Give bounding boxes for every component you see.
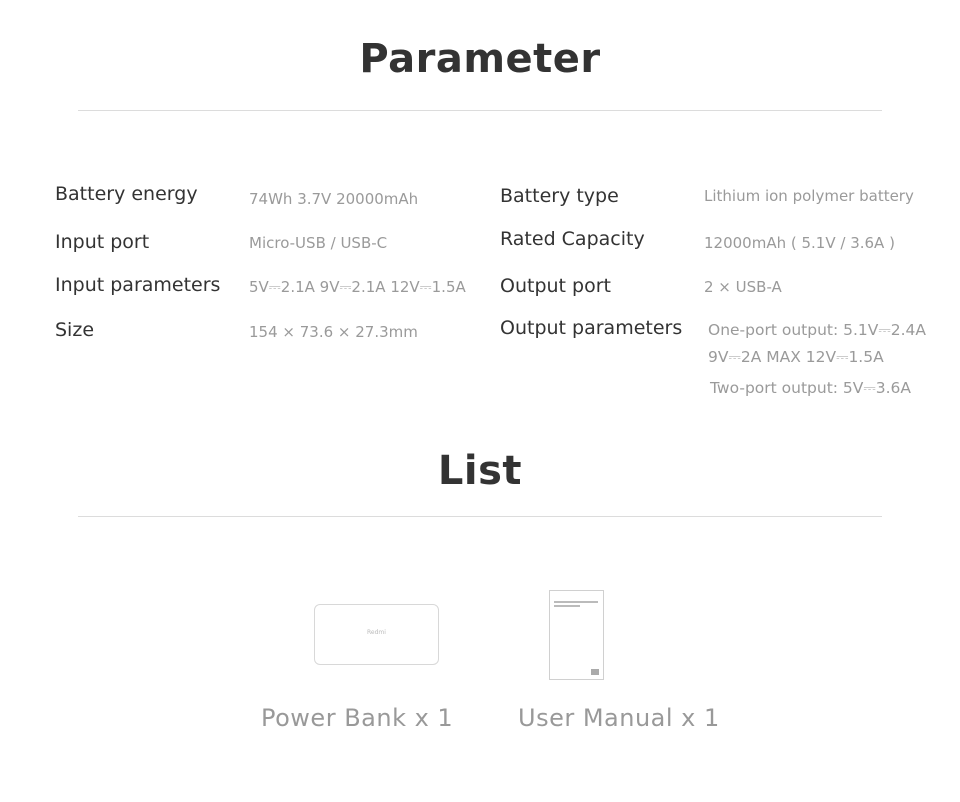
parameter-heading: Parameter <box>359 36 601 82</box>
power-bank-image: Redmi <box>314 604 439 665</box>
list-item-power-bank: Power Bank x 1 <box>261 704 454 732</box>
power-bank-logo: Redmi <box>367 629 386 636</box>
spec-label-output-parameters: Output parameters <box>500 317 683 339</box>
spec-value-rated-capacity: 12000mAh ( 5.1V / 3.6A ) <box>704 234 895 252</box>
spec-value-size: 154 × 73.6 × 27.3mm <box>249 323 418 341</box>
spec-value-output-one-port: One-port output: 5.1V⎓2.4A <box>708 321 927 339</box>
spec-value-input-parameters: 5V⎓2.1A 9V⎓2.1A 12V⎓1.5A <box>249 278 466 296</box>
spec-label-battery-type: Battery type <box>500 185 619 207</box>
spec-value-output-two-port: Two-port output: 5V⎓3.6A <box>710 379 912 397</box>
parameter-divider <box>78 110 882 111</box>
spec-label-output-port: Output port <box>500 275 611 297</box>
spec-value-output-port: 2 × USB-A <box>704 278 782 296</box>
spec-value-battery-type: Lithium ion polymer battery <box>704 187 914 205</box>
user-manual-image <box>549 590 604 680</box>
spec-label-input-port: Input port <box>55 231 150 253</box>
list-heading: List <box>437 448 523 494</box>
spec-label-battery-energy: Battery energy <box>55 183 198 205</box>
spec-label-size: Size <box>55 319 95 341</box>
spec-value-output-one-port-extra: 9V⎓2A MAX 12V⎓1.5A <box>708 348 884 366</box>
list-item-user-manual: User Manual x 1 <box>518 704 720 732</box>
spec-label-input-parameters: Input parameters <box>55 274 221 296</box>
mi-logo-icon <box>591 669 599 675</box>
list-divider <box>78 516 882 517</box>
spec-value-input-port: Micro-USB / USB-C <box>249 234 388 252</box>
spec-value-battery-energy: 74Wh 3.7V 20000mAh <box>249 190 419 208</box>
spec-label-rated-capacity: Rated Capacity <box>500 228 645 250</box>
